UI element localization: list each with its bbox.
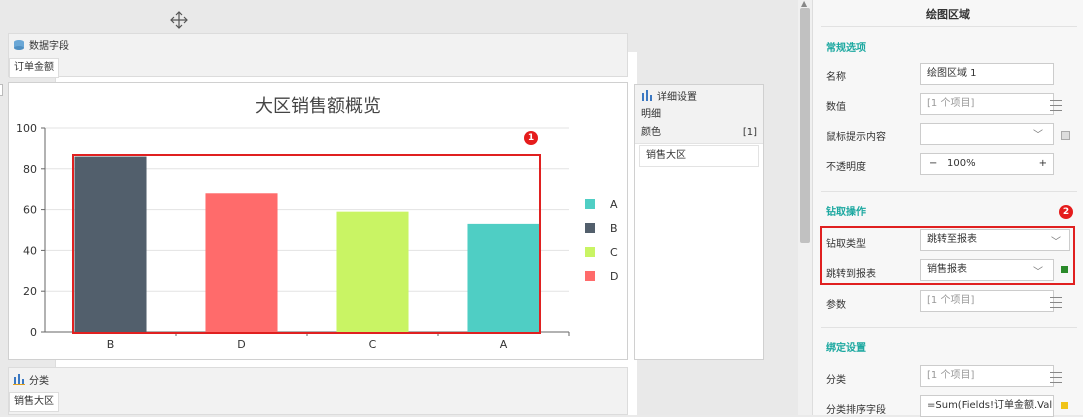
scrollbar-thumb[interactable] bbox=[800, 8, 810, 243]
list-icon[interactable] bbox=[1050, 100, 1062, 111]
legend-label: B bbox=[610, 222, 618, 235]
panel-title: 绘图区域 bbox=[926, 8, 970, 21]
opacity-value: 100% bbox=[947, 158, 976, 169]
divider bbox=[821, 191, 1077, 192]
category-label: 分类 bbox=[826, 375, 846, 386]
value-label: 数值 bbox=[826, 102, 846, 113]
name-input[interactable]: 绘图区域 1 bbox=[920, 63, 1054, 85]
y-tick-label: 20 bbox=[23, 285, 37, 298]
scroll-up-arrow-icon[interactable]: ▲ bbox=[801, 0, 807, 8]
x-tick-label: C bbox=[369, 338, 377, 351]
detail-row-color[interactable]: 颜色 [1] bbox=[635, 123, 763, 144]
drill-highlight-box bbox=[820, 226, 1075, 285]
divider bbox=[821, 327, 1077, 328]
list-icon[interactable] bbox=[1050, 372, 1062, 383]
category-title: 分类 bbox=[29, 376, 49, 387]
data-fields-header: 数据字段 bbox=[13, 37, 69, 52]
minus-button[interactable]: − bbox=[929, 154, 937, 174]
opacity-stepper[interactable]: − 100% + bbox=[920, 153, 1054, 175]
legend-label: C bbox=[610, 246, 618, 259]
detail-title: 详细设置 bbox=[657, 92, 697, 103]
list-icon[interactable] bbox=[1050, 297, 1062, 308]
tooltip-label: 鼠标提示内容 bbox=[826, 132, 886, 143]
detail-row-value: [1] bbox=[742, 127, 757, 138]
params-label: 参数 bbox=[826, 300, 846, 311]
opacity-label: 不透明度 bbox=[826, 162, 866, 173]
detail-header: 详细设置 明细 bbox=[635, 85, 763, 123]
detail-settings-zone[interactable]: 详细设置 明细 颜色 [1] 销售大区 bbox=[634, 84, 764, 360]
name-label: 名称 bbox=[826, 72, 846, 83]
expression-icon[interactable] bbox=[1061, 131, 1070, 140]
detail-row-region[interactable]: 销售大区 bbox=[639, 145, 759, 167]
callout-badge-1: 1 bbox=[524, 131, 538, 145]
legend-label: A bbox=[610, 198, 618, 211]
callout-badge-2: 2 bbox=[1059, 205, 1073, 219]
left-edge-mark bbox=[0, 84, 3, 96]
data-fields-zone[interactable]: 数据字段 订单金额 bbox=[8, 33, 628, 78]
y-tick-label: 0 bbox=[30, 326, 37, 339]
bar-chart-icon bbox=[642, 90, 652, 101]
value-field[interactable]: [1 个项目] bbox=[920, 93, 1054, 115]
bar-chart-icon bbox=[13, 374, 25, 385]
plot-highlight-box bbox=[72, 154, 541, 334]
data-field-chip[interactable]: 订单金额 bbox=[9, 58, 59, 78]
properties-panel: 绘图区域 常规选项 名称 绘图区域 1 数值 [1 个项目] 鼠标提示内容 ﹀ … bbox=[812, 0, 1083, 417]
legend-swatch bbox=[585, 271, 595, 281]
legend-swatch bbox=[585, 223, 595, 233]
data-fields-title: 数据字段 bbox=[29, 41, 69, 52]
sort-field[interactable]: =Sum(Fields!订单金额.Valu bbox=[920, 395, 1054, 417]
chevron-down-icon[interactable]: ﹀ bbox=[1033, 126, 1043, 141]
section-general: 常规选项 bbox=[826, 43, 866, 54]
section-drill: 钻取操作 bbox=[826, 207, 866, 218]
detail-row-label: 颜色 bbox=[641, 127, 661, 138]
y-tick-label: 80 bbox=[23, 163, 37, 176]
x-tick-label: A bbox=[500, 338, 508, 351]
y-tick-label: 100 bbox=[16, 122, 37, 135]
y-tick-label: 60 bbox=[23, 204, 37, 217]
legend-label: D bbox=[610, 270, 618, 283]
section-binding: 绑定设置 bbox=[826, 343, 866, 354]
expression-icon[interactable] bbox=[1061, 402, 1068, 409]
params-field[interactable]: [1 个项目] bbox=[920, 290, 1054, 312]
detail-row-label: 销售大区 bbox=[646, 150, 686, 161]
divider bbox=[821, 26, 1077, 27]
database-icon bbox=[14, 39, 24, 50]
category-zone[interactable]: 分类 销售大区 bbox=[8, 367, 628, 415]
category-header: 分类 bbox=[13, 372, 49, 387]
legend-swatch bbox=[585, 247, 595, 257]
category-field[interactable]: [1 个项目] bbox=[920, 365, 1054, 387]
legend-swatch bbox=[585, 199, 595, 209]
x-tick-label: D bbox=[237, 338, 245, 351]
x-tick-label: B bbox=[107, 338, 115, 351]
sort-label: 分类排序字段 bbox=[826, 405, 886, 416]
plus-button[interactable]: + bbox=[1039, 154, 1047, 174]
y-tick-label: 40 bbox=[23, 244, 37, 257]
detail-section: 明细 bbox=[641, 109, 661, 120]
category-field-chip[interactable]: 销售大区 bbox=[9, 392, 59, 412]
move-icon[interactable] bbox=[170, 11, 188, 29]
